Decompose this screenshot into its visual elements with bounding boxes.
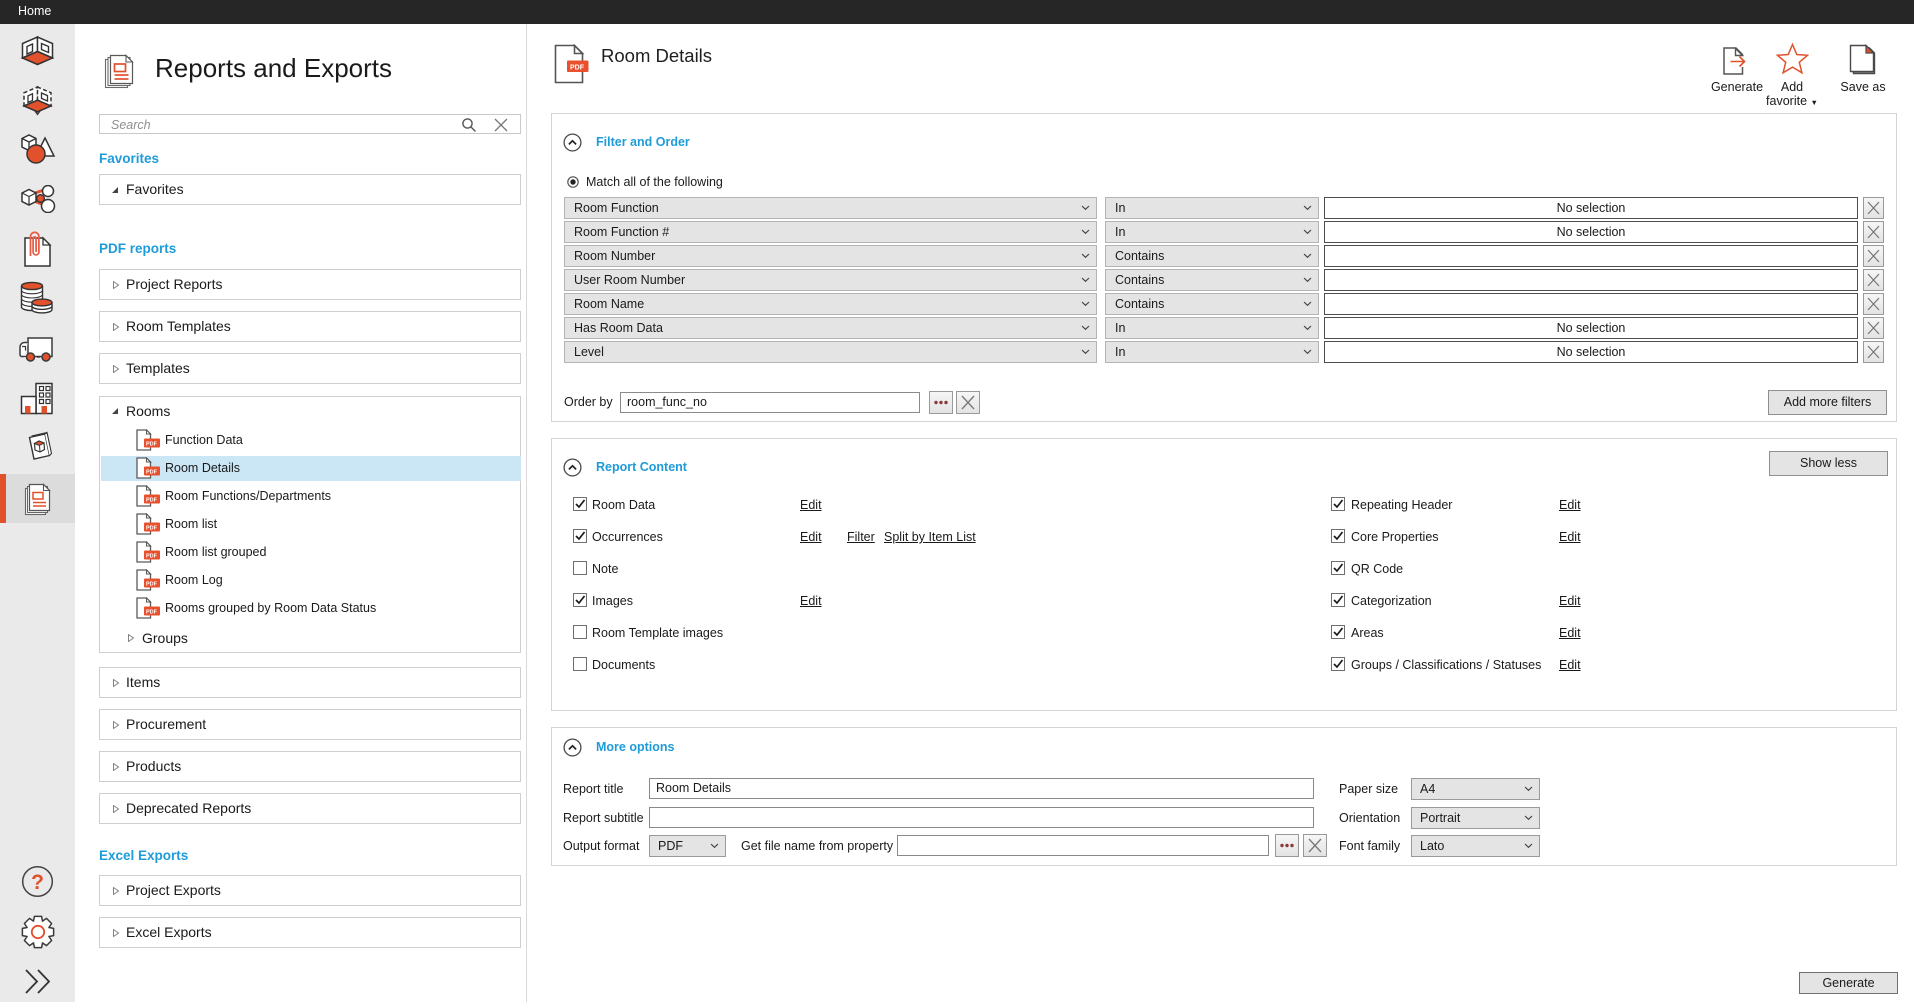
svg-text:?: ? [31,871,44,894]
svg-text:PDF: PDF [570,65,585,72]
